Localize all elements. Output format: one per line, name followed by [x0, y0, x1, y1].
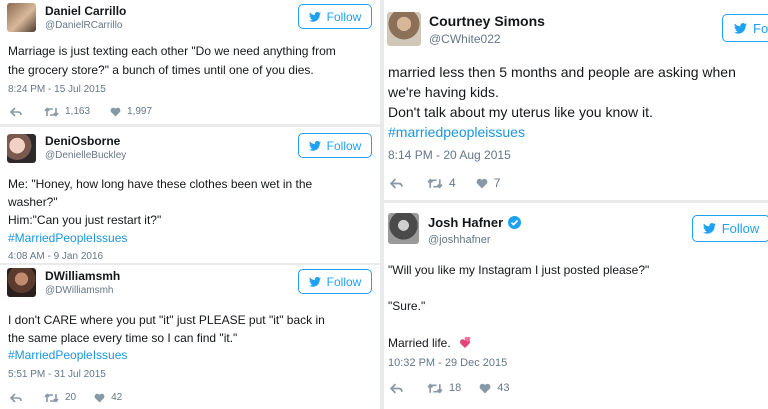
twitter-bird-icon — [734, 22, 747, 34]
tweet-actions: 18 43 — [390, 382, 510, 394]
follow-button[interactable]: Fo — [722, 14, 768, 42]
like-count: 1,997 — [127, 106, 153, 117]
retweet-icon — [44, 106, 59, 117]
hashtag-link[interactable]: #MarriedPeopleIssues — [8, 231, 127, 245]
author-name[interactable]: Daniel Carrillo — [45, 4, 126, 18]
tweet-actions: 1,163 1,997 — [10, 106, 152, 117]
retweet-button[interactable]: 20 — [44, 392, 76, 403]
retweet-icon — [427, 177, 443, 189]
retweet-count: 20 — [65, 392, 77, 403]
author-handle[interactable]: @CWhite022 — [429, 32, 501, 46]
reply-button[interactable] — [390, 178, 403, 189]
tweet-card: Daniel Carrillo @DanielRCarrillo Follow … — [0, 0, 380, 124]
avatar[interactable] — [7, 3, 36, 32]
retweet-icon — [427, 382, 443, 394]
retweet-count: 4 — [449, 176, 456, 190]
tweet-card: Courtney Simons @CWhite022 Fo married le… — [384, 0, 768, 200]
heart-icon — [479, 383, 491, 393]
author-handle[interactable]: @joshhafner — [428, 234, 491, 246]
reply-icon — [10, 392, 22, 403]
like-button[interactable]: 1,997 — [110, 106, 152, 117]
author-handle[interactable]: @DanielRCarrillo — [45, 20, 122, 31]
tweet-text-line: married less then 5 months and people ar… — [388, 64, 736, 80]
tweet-text-line: I don't CARE where you put "it" just PLE… — [8, 313, 325, 327]
like-button[interactable]: 42 — [94, 392, 122, 403]
follow-label: Follow — [721, 221, 760, 236]
tweet-text-line: "Will you like my Instagram I just poste… — [388, 263, 650, 277]
like-button[interactable]: 7 — [476, 176, 501, 190]
verified-badge-icon — [508, 216, 522, 229]
tweet-text-line: the grocery store?" a bunch of times unt… — [8, 63, 314, 77]
author-name[interactable]: Josh Hafner — [428, 215, 522, 230]
author-name-text: Josh Hafner — [428, 215, 504, 230]
author-name[interactable]: Courtney Simons — [429, 13, 545, 29]
tweet-text-line: Me: "Honey, how long have these clothes … — [8, 177, 313, 191]
reply-icon — [390, 178, 403, 188]
author-handle[interactable]: @DenielleBuckley — [45, 150, 126, 161]
follow-label: Follow — [326, 138, 362, 153]
twitter-bird-icon — [308, 140, 321, 151]
retweet-icon — [44, 392, 59, 403]
follow-label: Follow — [326, 9, 362, 24]
tweet-timestamp[interactable]: 5:51 PM - 31 Jul 2015 — [8, 369, 106, 380]
retweet-button[interactable]: 18 — [427, 382, 461, 394]
tweet-text-line: Marriage is just texting each other "Do … — [8, 44, 336, 58]
follow-button[interactable]: Follow — [692, 215, 768, 242]
twitter-bird-icon — [308, 276, 321, 287]
follow-button[interactable]: Follow — [298, 269, 372, 294]
twitter-bird-icon — [308, 11, 321, 22]
tweet-text-line: Him:"Can you just restart it?" — [8, 213, 162, 227]
tweet-text-line: Don't talk about my uterus like you know… — [388, 104, 653, 120]
follow-label: Follow — [326, 274, 362, 289]
reply-button[interactable] — [10, 106, 22, 117]
two-hearts-emoji-icon — [459, 336, 471, 348]
tweet-timestamp[interactable]: 8:24 PM - 15 Jul 2015 — [8, 84, 106, 95]
author-name[interactable]: DWilliamsmh — [45, 269, 120, 283]
heart-icon — [94, 393, 105, 403]
follow-button[interactable]: Follow — [298, 4, 372, 29]
tweet-text-line: washer?" — [8, 195, 58, 209]
like-button[interactable]: 43 — [479, 382, 510, 394]
twitter-bird-icon — [702, 223, 716, 234]
tweet-text-line: Married life. — [388, 335, 472, 350]
tweet-text-content: Married life. — [388, 335, 451, 350]
tweet-timestamp[interactable]: 4:08 AM - 9 Jan 2016 — [8, 251, 103, 262]
tweet-text-line: "Sure." — [388, 299, 426, 313]
hashtag-link[interactable]: #marriedpeopleissues — [388, 124, 525, 140]
reply-icon — [10, 106, 22, 117]
avatar[interactable] — [388, 213, 419, 244]
avatar[interactable] — [7, 134, 36, 163]
retweet-button[interactable]: 1,163 — [44, 106, 90, 117]
reply-icon — [390, 383, 403, 393]
retweet-count: 1,163 — [65, 106, 91, 117]
tweet-text-line: the same place every time so I can find … — [8, 331, 238, 345]
like-count: 43 — [497, 382, 510, 394]
like-count: 42 — [111, 392, 123, 403]
tweet-timestamp[interactable]: 8:14 PM - 20 Aug 2015 — [388, 148, 511, 162]
hashtag-link[interactable]: #MarriedPeopleIssues — [8, 348, 127, 362]
tweet-text-line: we're having kids. — [388, 84, 499, 100]
like-count: 7 — [493, 176, 501, 190]
tweet-actions: 4 7 — [390, 176, 500, 190]
avatar[interactable] — [387, 12, 421, 46]
tweet-actions: 20 42 — [10, 392, 122, 403]
heart-icon — [110, 107, 121, 117]
retweet-count: 18 — [449, 382, 462, 394]
follow-label: Fo — [753, 20, 768, 36]
tweet-timestamp[interactable]: 10:32 PM - 29 Dec 2015 — [388, 357, 507, 369]
follow-button[interactable]: Follow — [298, 133, 372, 158]
tweet-card: DeniOsborne @DenielleBuckley Follow Me: … — [0, 127, 380, 263]
heart-icon — [476, 178, 488, 188]
retweet-button[interactable]: 4 — [427, 176, 456, 190]
tweet-card: DWilliamsmh @DWilliamsmh Follow I don't … — [0, 265, 380, 409]
reply-button[interactable] — [10, 392, 22, 403]
reply-button[interactable] — [390, 383, 403, 394]
tweet-card: Josh Hafner @joshhafner Follow "Will you… — [384, 203, 768, 409]
author-name[interactable]: DeniOsborne — [45, 134, 120, 148]
avatar[interactable] — [7, 268, 36, 297]
author-handle[interactable]: @DWilliamsmh — [45, 285, 113, 296]
